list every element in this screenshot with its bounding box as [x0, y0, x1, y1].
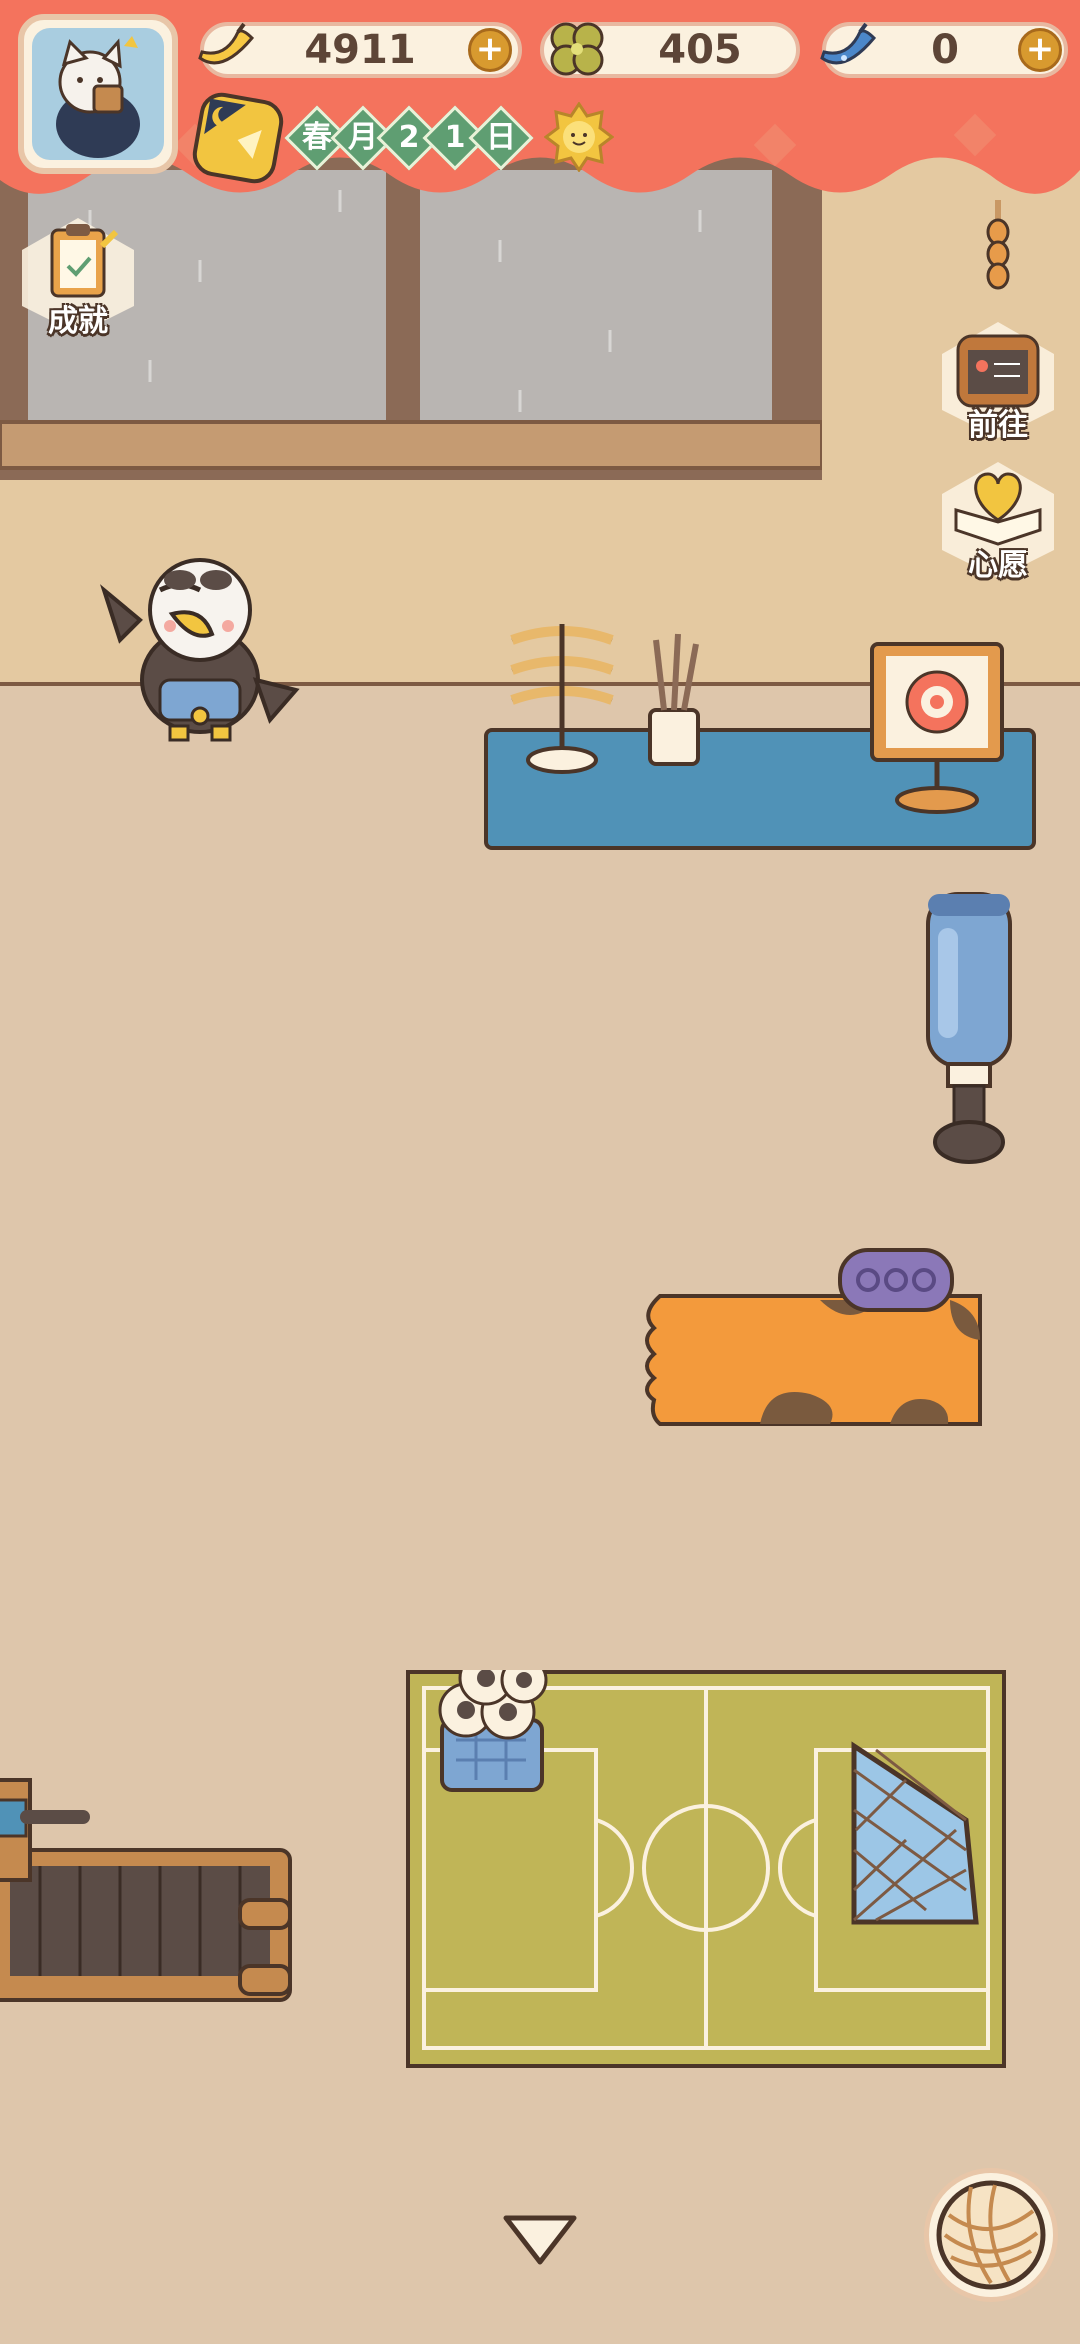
- archery-shelf[interactable]: [482, 620, 1042, 880]
- go-button[interactable]: 前往: [938, 320, 1058, 443]
- go-label: 前往: [968, 408, 1028, 443]
- achievements-button[interactable]: 成就: [18, 216, 138, 339]
- eagle-character[interactable]: [100, 530, 300, 750]
- yarn-ball-icon: [936, 2180, 1046, 2290]
- moon-night-icon: [204, 98, 262, 159]
- yarn-ball-button[interactable]: [924, 2168, 1058, 2302]
- add-banana-button[interactable]: +: [468, 28, 512, 72]
- achievements-label: 成就: [48, 304, 108, 339]
- season-badge: [189, 89, 287, 187]
- clover-count: 405: [658, 27, 742, 73]
- clover-icon: [550, 22, 604, 76]
- date-day-label: 日: [486, 120, 516, 155]
- sun-icon: [544, 102, 614, 172]
- player-avatar-button[interactable]: [18, 14, 178, 174]
- blue-banana-count: 0: [931, 27, 959, 73]
- date-display: 春 月 2 1 日: [284, 105, 534, 171]
- chevron-down-icon[interactable]: [500, 2210, 580, 2270]
- pull-rope[interactable]: [978, 200, 1018, 310]
- blue-banana-icon: [820, 22, 877, 65]
- wish-label: 心愿: [968, 548, 1028, 583]
- cat-avatar-icon: [32, 28, 164, 160]
- treadmill[interactable]: [0, 1770, 300, 2070]
- banana-count: 4911: [304, 27, 416, 73]
- banana-icon: [198, 22, 255, 65]
- wish-button[interactable]: 心愿: [938, 460, 1058, 583]
- soccer-field-mat[interactable]: [406, 1670, 1006, 2070]
- punching-bag[interactable]: [914, 888, 1024, 1178]
- add-blue-banana-button[interactable]: +: [1018, 28, 1062, 72]
- cat-paw-mat[interactable]: [640, 1240, 1000, 1440]
